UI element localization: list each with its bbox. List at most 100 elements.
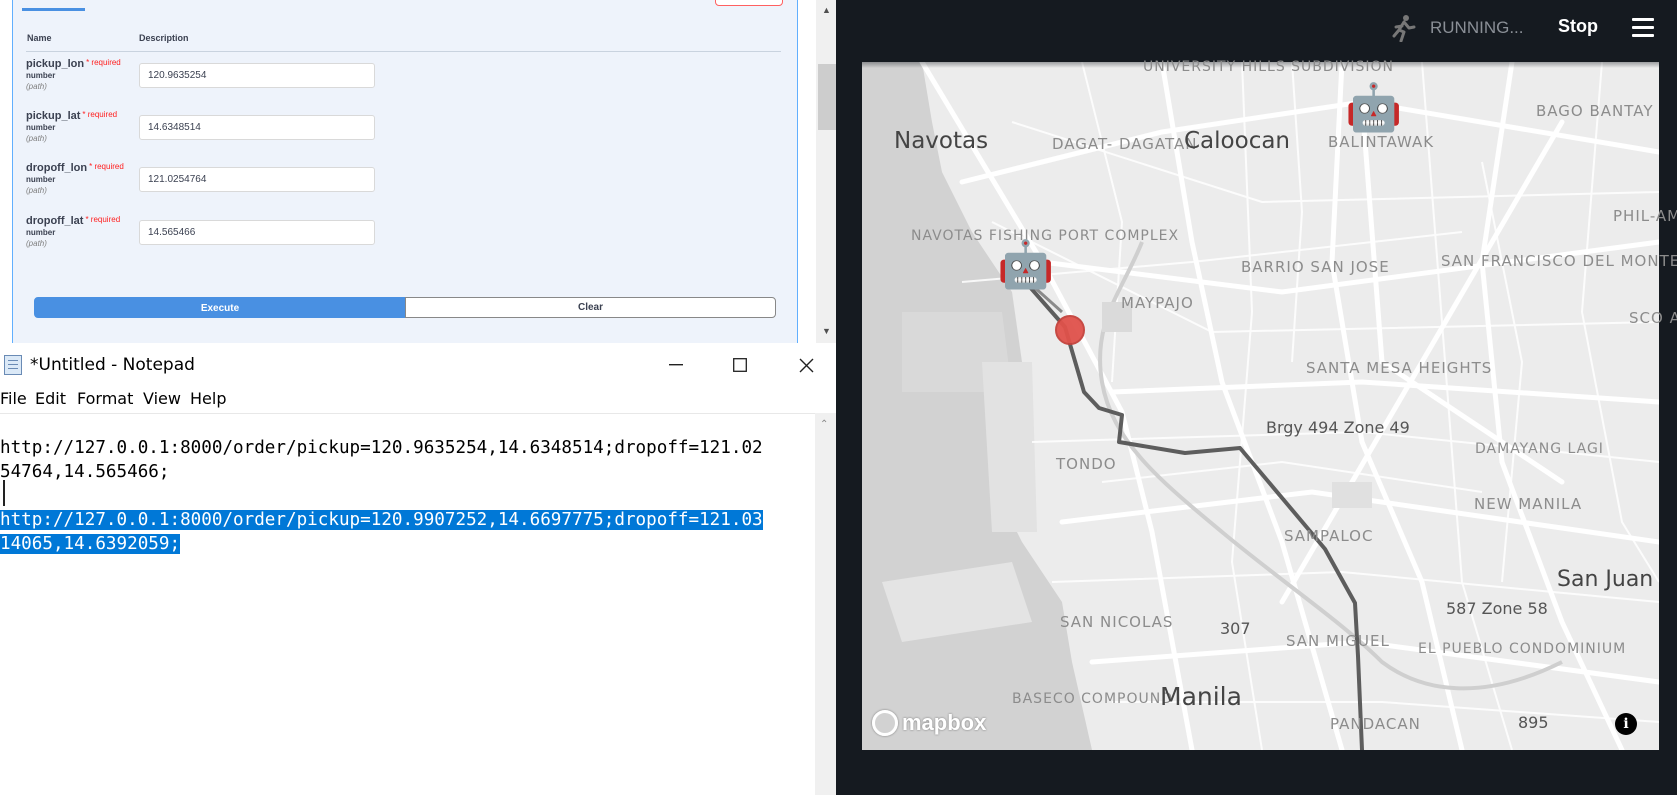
scroll-up-arrow-icon[interactable]: ▲	[822, 5, 831, 15]
dropoff-lat-input[interactable]: 14.565466	[139, 220, 375, 245]
notepad-scrollbar[interactable]	[815, 413, 838, 795]
map-label: DAGAT- DAGATAN	[1052, 135, 1198, 153]
map-label: 587 Zone 58	[1446, 599, 1548, 618]
robot-icon[interactable]: 🤖	[1345, 81, 1402, 133]
menu-view[interactable]: View	[143, 389, 181, 408]
map-label: SAN MIGUEL	[1286, 632, 1390, 650]
execute-button[interactable]: Execute	[34, 297, 406, 318]
column-header-description: Description	[139, 33, 189, 43]
map-label: TONDO	[1056, 455, 1117, 473]
maximize-icon	[733, 358, 747, 372]
selected-text: http://127.0.0.1:8000/order/pickup=120.9…	[0, 510, 763, 530]
map-label: MAYPAJO	[1121, 294, 1194, 312]
param-type: number	[26, 228, 56, 237]
text-cursor-icon	[3, 480, 5, 506]
window-title: *Untitled - Notepad	[30, 355, 195, 375]
running-status: RUNNING...	[1390, 14, 1524, 42]
text-editor[interactable]: http://127.0.0.1:8000/order/pickup=120.9…	[0, 436, 800, 604]
menu-file[interactable]: File	[0, 389, 27, 408]
text-line: 54764,14.565466;	[0, 460, 169, 484]
required-label: * required	[85, 215, 121, 224]
param-name: pickup_lat	[26, 110, 81, 122]
clear-button[interactable]: Clear	[405, 297, 776, 318]
robot-icon[interactable]: 🤖	[997, 238, 1054, 290]
param-type: number	[26, 123, 56, 132]
minimize-icon	[669, 364, 683, 366]
menu-edit[interactable]: Edit	[35, 389, 66, 408]
swagger-scrollbar-thumb[interactable]	[818, 64, 836, 130]
cancel-button[interactable]	[715, 0, 783, 6]
minimize-button[interactable]	[644, 343, 708, 387]
close-icon	[799, 358, 813, 372]
pickup-marker-icon[interactable]	[1055, 315, 1085, 345]
map-label: SCO ARE	[1629, 309, 1677, 327]
map-label: 307	[1220, 619, 1251, 638]
param-type: number	[26, 71, 56, 80]
text-line-content: http://127.0.0.1:8000/order/pickup=120.9…	[0, 438, 763, 458]
map-label: Caloocan	[1184, 128, 1291, 154]
param-pickup-lat: pickup_lat * required number (path)	[26, 110, 136, 143]
maximize-button[interactable]	[708, 343, 772, 387]
text-line: http://127.0.0.1:8000/order/pickup=120.9…	[0, 436, 763, 460]
required-label: * required	[82, 110, 118, 119]
map-label: EL PUEBLO CONDOMINIUM	[1418, 641, 1627, 657]
notepad-titlebar[interactable]: *Untitled - Notepad	[0, 343, 838, 387]
param-dropoff-lon: dropoff_lon * required number (path)	[26, 162, 136, 195]
param-location: (path)	[26, 134, 47, 143]
param-pickup-lon: pickup_lon * required number (path)	[26, 58, 136, 91]
scroll-up-arrow-icon[interactable]: ⌃	[820, 419, 828, 430]
map-label: SAN FRANCISCO DEL MONTE	[1441, 252, 1677, 270]
param-name: dropoff_lon	[26, 162, 88, 174]
scroll-down-arrow-icon[interactable]: ▼	[822, 326, 831, 336]
required-label: * required	[86, 58, 121, 67]
map-label: 895	[1518, 713, 1549, 732]
close-button[interactable]	[774, 343, 838, 387]
param-dropoff-lat: dropoff_lat * required number (path)	[26, 215, 136, 248]
map-label: NEW MANILA	[1474, 495, 1583, 513]
pickup-lon-input[interactable]: 120.9635254	[139, 63, 375, 88]
header-divider	[26, 51, 781, 52]
stop-button[interactable]: Stop	[1558, 16, 1598, 37]
param-location: (path)	[26, 82, 47, 91]
map-label: PANDACAN	[1330, 715, 1421, 733]
menu-divider	[0, 413, 838, 414]
map-label: SAMPALOC	[1284, 527, 1374, 545]
map-label: San Juan	[1557, 567, 1654, 592]
notepad-icon	[4, 355, 22, 375]
running-person-icon	[1392, 15, 1416, 42]
map-label: Navotas	[894, 128, 989, 154]
param-location: (path)	[26, 239, 47, 248]
notepad-window: *Untitled - Notepad File Edit Format Vie…	[0, 343, 838, 795]
map-label: BAGO BANTAY	[1536, 102, 1654, 120]
map-label: BALINTAWAK	[1328, 133, 1435, 151]
menu-help[interactable]: Help	[190, 389, 226, 408]
map-label: SAN NICOLAS	[1060, 613, 1174, 631]
info-icon[interactable]: i	[1615, 713, 1637, 735]
selected-text-line: http://127.0.0.1:8000/order/pickup=120.9…	[0, 508, 763, 532]
map-label: BARRIO SAN JOSE	[1241, 258, 1390, 276]
parameters-tab-indicator	[22, 8, 85, 11]
map-label: DAMAYANG LAGI	[1475, 441, 1604, 457]
map-label: SANTA MESA HEIGHTS	[1306, 359, 1493, 377]
param-name: pickup_lon	[26, 58, 85, 70]
mapbox-logo[interactable]: mapbox	[872, 710, 986, 736]
menu-format[interactable]: Format	[77, 389, 133, 408]
mapbox-logo-icon	[872, 710, 898, 736]
map-label: PHIL-AM	[1613, 207, 1677, 225]
swagger-panel: Name Description pickup_lon * required nu…	[0, 0, 838, 343]
pickup-lat-input[interactable]: 14.6348514	[139, 115, 375, 140]
required-label: * required	[89, 162, 124, 171]
status-text: RUNNING...	[1430, 18, 1524, 37]
swagger-scrollbar[interactable]	[816, 0, 838, 343]
column-header-name: Name	[27, 33, 52, 43]
param-name: dropoff_lat	[26, 215, 84, 227]
dropoff-lon-input[interactable]: 121.0254764	[139, 167, 375, 192]
selected-text-line: 14065,14.6392059;	[0, 532, 181, 556]
mapbox-wordmark: mapbox	[902, 710, 987, 735]
map-label: Manila	[1160, 682, 1242, 711]
hamburger-menu-icon[interactable]	[1632, 18, 1654, 38]
param-location: (path)	[26, 186, 47, 195]
selected-text: 14065,14.6392059;	[0, 534, 181, 554]
map-label: BASECO COMPOUND	[1012, 691, 1173, 707]
text-line-content: 54764,14.565466;	[0, 462, 170, 482]
